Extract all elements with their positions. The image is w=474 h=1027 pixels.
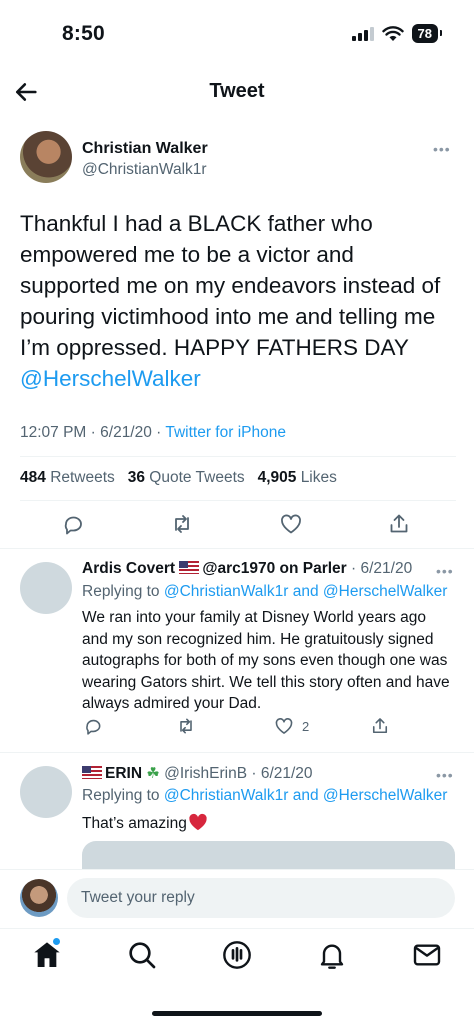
reply-header: ERIN ☘ @IrishErinB · 6/21/20 [82,764,313,783]
reply-avatar[interactable] [20,766,72,818]
quotes-stat[interactable]: 36 Quote Tweets [128,469,245,486]
like-icon[interactable] [274,716,294,736]
reply-icon[interactable] [61,512,85,536]
shamrock-icon: ☘ [146,765,160,782]
tweet-meta: 12:07 PM · 6/21/20 · Twitter for iPhone [20,424,286,441]
reply-header: Ardis Covert @arc1970 on Parler · 6/21/2… [82,560,413,577]
tweet-date: 6/21/20 [100,424,152,441]
status-time: 8:50 [62,22,105,45]
current-user-avatar[interactable] [20,879,58,917]
share-icon[interactable] [370,716,390,736]
reply-date: 6/21/20 [360,560,413,577]
like-icon[interactable] [279,512,303,536]
reply-author-handle[interactable]: @arc1970 on Parler [202,560,346,577]
spaces-icon[interactable] [221,939,253,971]
reply-like-action[interactable]: 2 [274,716,309,736]
reply-input[interactable] [67,878,455,918]
replying-to-link[interactable]: @HerschelWalker [323,583,448,600]
tweet-text: Thankful I had a BLACK father who empowe… [20,208,460,394]
author-name[interactable]: Christian Walker [82,140,208,158]
divider [20,500,456,501]
likes-stat[interactable]: 4,905 Likes [258,469,337,486]
wifi-icon [381,25,404,41]
signal-icon [351,26,374,41]
tweet-source[interactable]: Twitter for iPhone [165,424,286,441]
reply-author-handle[interactable]: @IrishErinB [164,765,247,782]
more-icon[interactable]: ••• [436,563,454,579]
divider [0,928,474,929]
replying-to: Replying to @ChristianWalk1r and @Hersch… [82,583,448,600]
reply-author-name[interactable]: ERIN [105,765,142,782]
reply-text: That’s amazing [82,813,454,835]
author-handle[interactable]: @ChristianWalk1r [82,161,207,179]
tweet-body: Thankful I had a BLACK father who empowe… [20,211,441,360]
more-icon[interactable]: ••• [436,767,454,783]
battery-indicator: 78 [411,24,443,43]
divider [0,548,474,549]
us-flag-icon [179,561,200,574]
tweet-stats: 484 Retweets 36 Quote Tweets 4,905 Likes [20,469,337,487]
notification-dot [53,938,60,945]
status-icons: 78 [351,24,443,43]
divider [0,869,474,870]
home-indicator [152,1011,322,1016]
replying-to-link[interactable]: @HerschelWalker [323,787,448,804]
messages-icon[interactable] [411,939,443,971]
retweets-stat[interactable]: 484 Retweets [20,469,115,486]
replying-to-link[interactable]: @ChristianWalk1r [164,583,289,600]
replying-to: Replying to @ChristianWalk1r and @Hersch… [82,787,448,804]
reply-author-name[interactable]: Ardis Covert [82,560,175,577]
reply-text: We ran into your family at Disney World … [82,609,450,712]
notifications-icon[interactable] [316,939,348,971]
divider [0,752,474,753]
tweet-time: 12:07 PM [20,424,87,441]
divider [20,456,456,457]
mention-link[interactable]: @HerschelWalker [20,366,201,391]
share-icon[interactable] [387,512,411,536]
reply-avatar[interactable] [20,562,72,614]
more-icon[interactable]: ••• [433,141,451,157]
reply-like-count: 2 [302,718,310,734]
page-title: Tweet [209,80,265,102]
us-flag-icon [82,766,102,779]
media-preview[interactable] [82,841,455,869]
replying-to-link[interactable]: @ChristianWalk1r [164,787,289,804]
retweet-icon[interactable] [170,512,194,536]
search-icon[interactable] [126,939,158,971]
reply-date: 6/21/20 [260,765,313,782]
retweet-icon[interactable] [176,716,196,736]
red-heart-icon [189,813,207,831]
reply-icon[interactable] [83,716,103,736]
author-avatar[interactable] [20,131,72,183]
